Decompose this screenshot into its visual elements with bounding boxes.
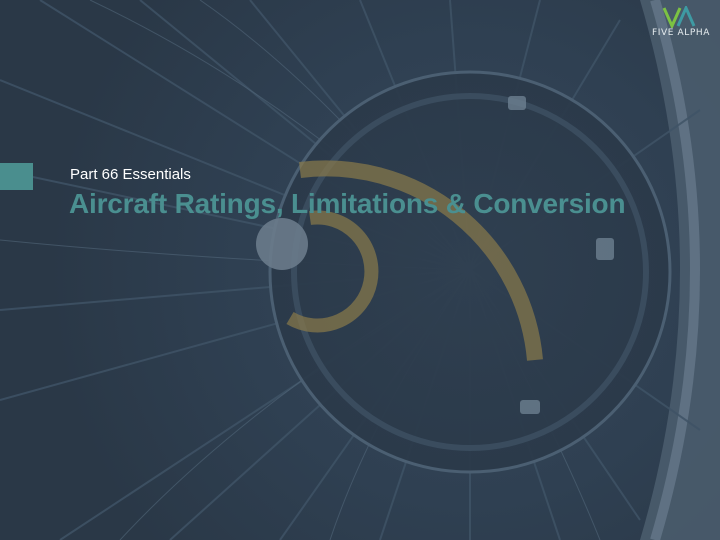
slide-subtitle: Part 66 Essentials xyxy=(70,166,191,183)
logo-wordmark: FIVE ALPHA xyxy=(651,28,711,38)
five-alpha-logo-icon xyxy=(662,6,696,28)
accent-bar xyxy=(0,163,33,190)
five-alpha-logo: FIVE ALPHA xyxy=(646,6,716,42)
jet-engine-background xyxy=(0,0,720,540)
title-slide: Part 66 Essentials Aircraft Ratings, Lim… xyxy=(0,0,720,540)
slide-title: Aircraft Ratings, Limitations & Conversi… xyxy=(69,188,626,219)
